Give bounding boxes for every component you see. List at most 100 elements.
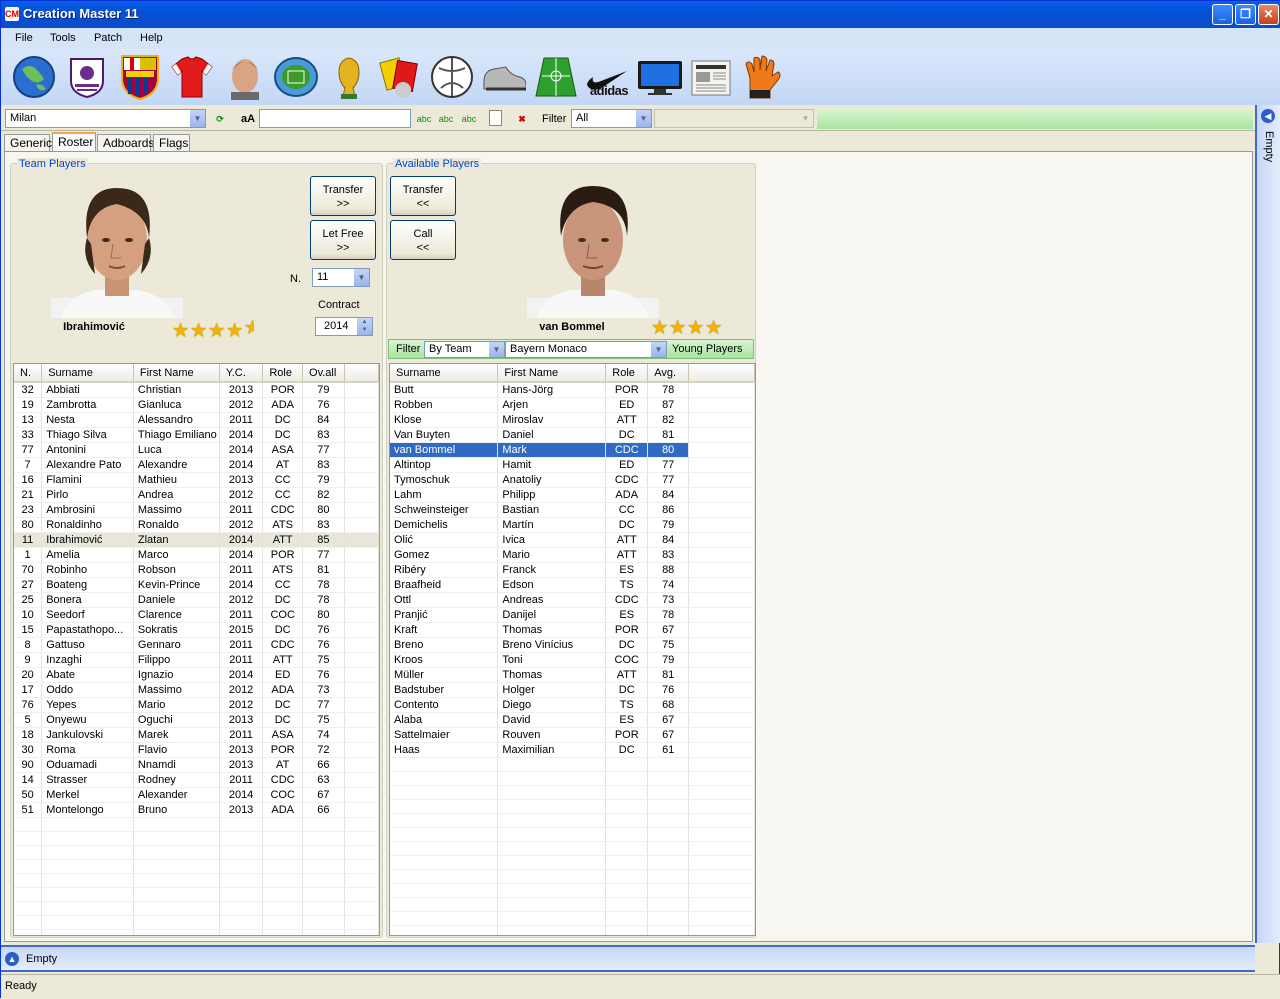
table-row[interactable]: Robben Arjen ED 87 bbox=[390, 397, 755, 413]
table-row[interactable]: Alaba David ES 67 bbox=[390, 712, 755, 728]
filter-select[interactable]: All ▼ bbox=[571, 109, 652, 128]
filter-team-select[interactable]: Bayern Monaco ▼ bbox=[505, 341, 667, 358]
newspaper-icon[interactable] bbox=[688, 53, 734, 101]
table-row[interactable]: 33 Thiago Silva Thiago Emiliano 2014 DC 83 bbox=[14, 427, 379, 443]
menu-tools[interactable]: Tools bbox=[50, 32, 76, 44]
table-row[interactable]: Butt Hans-Jörg POR 78 bbox=[390, 382, 755, 398]
table-row[interactable]: Contento Diego TS 68 bbox=[390, 697, 755, 713]
table-row[interactable]: Ottl Andreas CDC 73 bbox=[390, 592, 755, 608]
subfilter-select[interactable]: ▼ bbox=[654, 109, 814, 128]
dock-expand-up-icon[interactable]: ▲ bbox=[5, 952, 19, 966]
contract-spinner[interactable]: 2014 ▲ ▼ bbox=[315, 317, 373, 336]
table-row[interactable]: Badstuber Holger DC 76 bbox=[390, 682, 755, 698]
table-row[interactable]: Ribéry Franck ES 88 bbox=[390, 562, 755, 578]
table-row[interactable]: Gomez Mario ATT 83 bbox=[390, 547, 755, 563]
table-row[interactable]: Kroos Toni COC 79 bbox=[390, 652, 755, 668]
table-row[interactable]: Breno Breno Vinícius DC 75 bbox=[390, 637, 755, 653]
abc-forward-icon[interactable]: abc bbox=[415, 110, 433, 128]
table-row[interactable]: 27 Boateng Kevin-Prince 2014 CC 78 bbox=[14, 577, 379, 593]
glove-icon[interactable] bbox=[739, 53, 785, 101]
team-column-header[interactable]: Role bbox=[262, 364, 304, 383]
table-row[interactable]: 76 Yepes Mario 2012 DC 77 bbox=[14, 697, 379, 713]
table-row[interactable]: Pranjić Danijel ES 78 bbox=[390, 607, 755, 623]
table-row[interactable]: Tymoschuk Anatoliy CDC 77 bbox=[390, 472, 755, 488]
delete-icon[interactable]: ✖ bbox=[513, 110, 531, 128]
table-row[interactable]: 14 Strasser Rodney 2011 CDC 63 bbox=[14, 772, 379, 788]
player-face-icon[interactable] bbox=[222, 53, 268, 101]
table-row[interactable]: 18 Jankulovski Marek 2011 ASA 74 bbox=[14, 727, 379, 743]
table-row[interactable]: 10 Seedorf Clarence 2011 COC 80 bbox=[14, 607, 379, 623]
premier-league-icon[interactable] bbox=[64, 53, 110, 101]
title-bar[interactable]: CM Creation Master 11 _ ❐ ✕ bbox=[1, 1, 1280, 28]
table-row[interactable]: 16 Flamini Mathieu 2013 CC 79 bbox=[14, 472, 379, 488]
table-row[interactable]: Klose Miroslav ATT 82 bbox=[390, 412, 755, 428]
cards-icon[interactable] bbox=[377, 53, 423, 101]
table-row[interactable]: Müller Thomas ATT 81 bbox=[390, 667, 755, 683]
tv-icon[interactable] bbox=[636, 53, 682, 101]
call-button[interactable]: Call << bbox=[390, 220, 456, 260]
table-row[interactable]: 32 Abbiati Christian 2013 POR 79 bbox=[14, 382, 379, 398]
team-column-header[interactable]: Ov.all bbox=[302, 364, 345, 383]
table-row[interactable]: 11 Ibrahimović Zlatan 2014 ATT 85 bbox=[14, 532, 379, 548]
table-row[interactable]: 90 Oduamadi Nnamdi 2013 AT 66 bbox=[14, 757, 379, 773]
jersey-icon[interactable] bbox=[169, 53, 215, 101]
number-select[interactable]: 11 ▼ bbox=[312, 268, 370, 287]
table-row[interactable]: Lahm Philipp ADA 84 bbox=[390, 487, 755, 503]
ball-icon[interactable] bbox=[429, 53, 475, 101]
team-column-header[interactable]: N. bbox=[14, 364, 43, 383]
tab-flags[interactable]: Flags bbox=[153, 134, 190, 152]
bottom-dock[interactable]: ▲ Empty bbox=[1, 945, 1255, 972]
available-column-header[interactable]: Surname bbox=[390, 364, 499, 383]
table-row[interactable]: 1 Amelia Marco 2014 POR 77 bbox=[14, 547, 379, 563]
menu-file[interactable]: File bbox=[15, 32, 33, 44]
table-row[interactable]: 19 Zambrotta Gianluca 2012 ADA 76 bbox=[14, 397, 379, 413]
table-row[interactable]: 15 Papastathopo... Sokratis 2015 DC 76 bbox=[14, 622, 379, 638]
table-row[interactable]: 17 Oddo Massimo 2012 ADA 73 bbox=[14, 682, 379, 698]
font-toggle[interactable]: aA bbox=[239, 110, 257, 128]
table-row[interactable]: 25 Bonera Daniele 2012 DC 78 bbox=[14, 592, 379, 608]
stadium-icon[interactable] bbox=[273, 53, 319, 101]
table-row[interactable]: Schweinsteiger Bastian CC 86 bbox=[390, 502, 755, 518]
tab-roster[interactable]: Roster bbox=[52, 132, 96, 153]
tab-adboards[interactable]: Adboards bbox=[97, 134, 154, 152]
table-row[interactable]: 30 Roma Flavio 2013 POR 72 bbox=[14, 742, 379, 758]
maximize-button[interactable]: ❐ bbox=[1235, 4, 1256, 25]
new-document-icon[interactable] bbox=[489, 110, 502, 126]
team-column-header[interactable]: Y.C. bbox=[219, 364, 264, 383]
table-row[interactable]: 77 Antonini Luca 2014 ASA 77 bbox=[14, 442, 379, 458]
table-row[interactable]: 7 Alexandre Pato Alexandre 2014 AT 83 bbox=[14, 457, 379, 473]
available-column-header[interactable]: Avg. bbox=[647, 364, 690, 383]
table-row[interactable]: van Bommel Mark CDC 80 bbox=[390, 442, 755, 458]
available-column-header[interactable]: First Name bbox=[497, 364, 607, 383]
team-select[interactable]: Milan ▼ bbox=[5, 109, 206, 128]
let-free-button[interactable]: Let Free >> bbox=[310, 220, 376, 260]
table-row[interactable]: 20 Abate Ignazio 2014 ED 76 bbox=[14, 667, 379, 683]
table-row[interactable]: 23 Ambrosini Massimo 2011 CDC 80 bbox=[14, 502, 379, 518]
table-row[interactable]: Kraft Thomas POR 67 bbox=[390, 622, 755, 638]
young-players-toggle[interactable]: Young Players bbox=[672, 343, 743, 355]
spinner-arrows-icon[interactable]: ▲ ▼ bbox=[357, 318, 372, 335]
transfer-out-button[interactable]: Transfer >> bbox=[310, 176, 376, 216]
table-row[interactable]: 70 Robinho Robson 2011 ATS 81 bbox=[14, 562, 379, 578]
world-cup-icon[interactable] bbox=[326, 53, 372, 101]
table-row[interactable]: 21 Pirlo Andrea 2012 CC 82 bbox=[14, 487, 379, 503]
table-row[interactable]: Haas Maximilian DC 61 bbox=[390, 742, 755, 758]
world-icon[interactable] bbox=[11, 53, 57, 101]
team-column-header[interactable]: Surname bbox=[41, 364, 134, 383]
abc-back-icon[interactable]: abc bbox=[437, 110, 455, 128]
close-button[interactable]: ✕ bbox=[1258, 4, 1279, 25]
minimize-button[interactable]: _ bbox=[1212, 4, 1233, 25]
table-row[interactable]: 50 Merkel Alexander 2014 COC 67 bbox=[14, 787, 379, 803]
transfer-in-button[interactable]: Transfer << bbox=[390, 176, 456, 216]
available-players-table[interactable]: Surname First Name Role Avg. Butt Hans-Jörg P… bbox=[389, 363, 756, 936]
right-dock[interactable]: ◀ Empty bbox=[1255, 105, 1280, 943]
abc-replace-icon[interactable]: abc bbox=[460, 110, 478, 128]
boot-icon[interactable] bbox=[480, 53, 526, 101]
table-row[interactable]: 13 Nesta Alessandro 2011 DC 84 bbox=[14, 412, 379, 428]
tab-generic[interactable]: Generic bbox=[4, 134, 52, 152]
table-row[interactable]: 80 Ronaldinho Ronaldo 2012 ATS 83 bbox=[14, 517, 379, 533]
fcb-crest-icon[interactable] bbox=[117, 53, 163, 101]
available-column-header[interactable]: Role bbox=[605, 364, 649, 383]
dock-expand-left-icon[interactable]: ◀ bbox=[1261, 109, 1275, 123]
table-row[interactable]: 8 Gattuso Gennaro 2011 CDC 76 bbox=[14, 637, 379, 653]
